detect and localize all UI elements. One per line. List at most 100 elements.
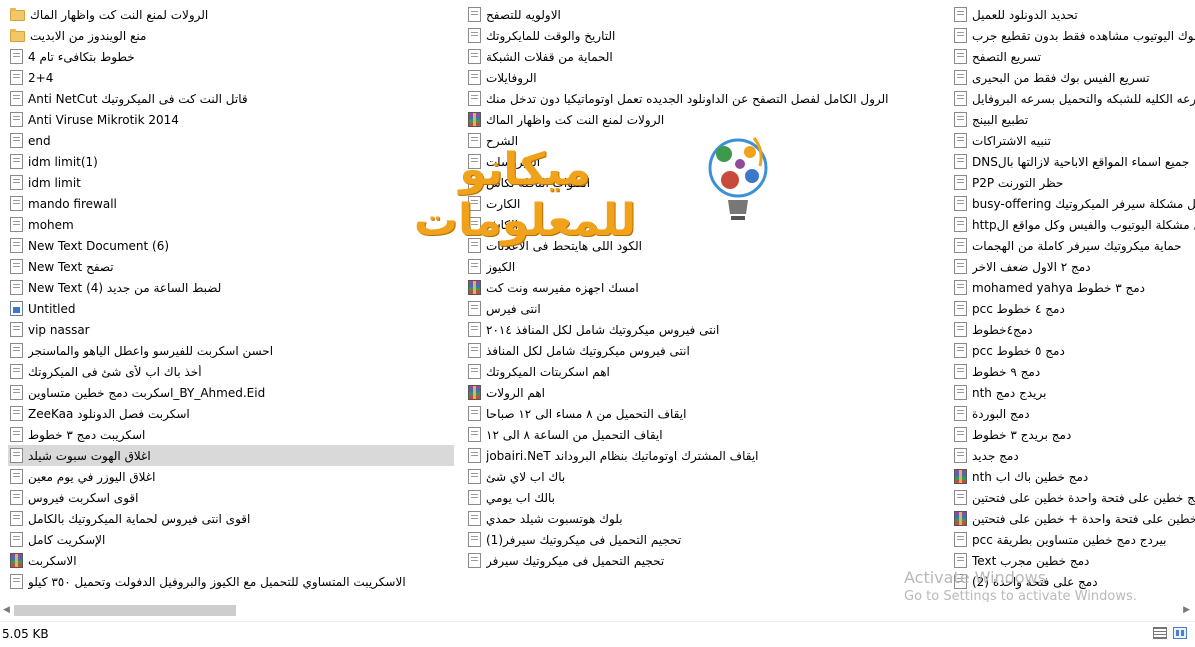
file-name: الإسكريت كامل (28, 532, 106, 547)
file-item[interactable]: idm limit(1) (8, 151, 454, 172)
file-item[interactable]: ايقاف التحميل من الساعة ٨ الى ١٢ (466, 424, 946, 445)
file-item[interactable]: الكود اللى هايتحط فى الاعلانات (466, 235, 946, 256)
text-file-icon (468, 28, 481, 43)
file-item[interactable]: ايقاف التحميل من ٨ مساء الى ١٢ صباحا (466, 403, 946, 424)
file-item[interactable]: دمج٤خطوط (952, 319, 1195, 340)
file-item[interactable]: الحماية من قفلات الشبكة (466, 46, 946, 67)
file-item[interactable]: mohem (8, 214, 454, 235)
file-item[interactable]: Anti Viruse Mikrotik 2014 (8, 109, 454, 130)
file-item[interactable]: (1)تحجيم التحميل فى ميكروتيك سيرفر (466, 529, 946, 550)
details-view-icon[interactable] (1153, 627, 1167, 639)
file-item[interactable]: حماية ميكروتيك سيرفر كاملة من الهجمات (952, 235, 1195, 256)
file-item[interactable]: انتى فيروس ميكروتيك شامل لكل المنافذ ٢٠١… (466, 319, 946, 340)
file-item[interactable]: Anti NetCut قاتل النت كت فى الميكروتيك (8, 88, 454, 109)
text-file-icon (10, 154, 23, 169)
file-item[interactable]: القنوات الناقله لكاس (466, 172, 946, 193)
file-item[interactable]: بالك اب يومي (466, 487, 946, 508)
file-item[interactable]: الرولات لمنع النت كت واظهار الماك (466, 109, 946, 130)
file-item[interactable]: 2+4 (8, 67, 454, 88)
file-item[interactable]: httpحل مشكلة اليوتيوب والفيس وكل مواقع ا… (952, 214, 1195, 235)
file-item[interactable]: الاسكربت (8, 550, 454, 571)
text-file-icon (10, 70, 23, 85)
text-file-icon (954, 70, 967, 85)
file-item[interactable]: تسريع الفيس بوك فقط من البحيرى (952, 67, 1195, 88)
file-item[interactable]: منع الويندوز من الابديت (8, 25, 454, 46)
file-item[interactable]: pcc دمج ٥ خطوط (952, 340, 1195, 361)
file-item[interactable]: اسكربت دمج خطين متساوين_BY_Ahmed.Eid (8, 382, 454, 403)
file-item[interactable]: pcc بيردج دمج خطين متساوين بطريقة (952, 529, 1195, 550)
file-item[interactable]: ZeeKaa اسكربت فصل الدونلود (8, 403, 454, 424)
file-item[interactable]: دمج جديد (952, 445, 1195, 466)
file-item[interactable]: الرول الكامل لفصل التصفح عن الداونلود ال… (466, 88, 946, 109)
file-item[interactable]: تسريع التصفح (952, 46, 1195, 67)
file-item[interactable]: P2P حظر التورنت (952, 172, 1195, 193)
file-item[interactable]: بوك اليوتيوب مشاهده فقط بدون تقطيع جرب (952, 25, 1195, 46)
text-file-icon (468, 406, 481, 421)
file-item[interactable]: أخذ باك اب لأى شئ فى الميكروتك (8, 361, 454, 382)
horizontal-scrollbar[interactable]: ◀ ▶ (0, 602, 1195, 620)
file-item[interactable]: احسن اسكربت للفيرسو واعطل الياهو والماسن… (8, 340, 454, 361)
text-file-icon (468, 427, 481, 442)
file-item[interactable]: jobairi.NeT ايقاف المشترك اوتوماتيك بنظا… (466, 445, 946, 466)
file-item[interactable]: دمج ٢ الاول ضعف الاخر (952, 256, 1195, 277)
file-name: دمج ٢ الاول ضعف الاخر (972, 259, 1091, 274)
file-item[interactable]: الكاش (466, 214, 946, 235)
file-item[interactable]: تنبيه الاشتراكات (952, 130, 1195, 151)
file-item[interactable]: mohamed yahya دمج ٣ خطوط (952, 277, 1195, 298)
file-item[interactable]: بلوك هوتسبوت شيلد حمدي (466, 508, 946, 529)
file-item[interactable]: انتى فيروس ميكروتيك شامل لكل المنافذ (466, 340, 946, 361)
file-item[interactable]: انتى فيرس (466, 298, 946, 319)
file-item[interactable]: idm limit (8, 172, 454, 193)
file-item[interactable]: الشرح (466, 130, 946, 151)
text-file-icon (954, 133, 967, 148)
file-item[interactable]: الاسكريبت المتساوي للتحميل مع الكيوز وال… (8, 571, 454, 592)
file-item[interactable]: الاولويه للتصفح (466, 4, 946, 25)
file-item[interactable]: end (8, 130, 454, 151)
file-item[interactable]: التاريخ والوقت للمايكروتك (466, 25, 946, 46)
file-item[interactable]: اهم اسكربتات الميكروتك (466, 361, 946, 382)
file-item[interactable]: New Text Document (6) (8, 235, 454, 256)
file-item[interactable]: New Text تصفح (8, 256, 454, 277)
file-item[interactable]: nth دمج خطين باك اب (952, 466, 1195, 487)
file-item[interactable]: دمج البوردة (952, 403, 1195, 424)
text-file-icon (954, 532, 967, 547)
file-item[interactable]: اسكريبت دمج ٣ خطوط (8, 424, 454, 445)
file-item[interactable]: اهم الرولات (466, 382, 946, 403)
file-item[interactable]: تطبيع البينج (952, 109, 1195, 130)
file-item[interactable]: nth بريدج دمج (952, 382, 1195, 403)
file-item[interactable]: vip nassar (8, 319, 454, 340)
file-item[interactable]: mando firewall (8, 193, 454, 214)
file-item[interactable]: اقوى اسكربت فيروس (8, 487, 454, 508)
file-item[interactable]: DNSجميع اسماء المواقع الاباحية لازالتها … (952, 151, 1195, 172)
file-item[interactable]: خطوط بتكافىء تام 4 (8, 46, 454, 67)
scroll-left-arrow-icon[interactable]: ◀ (3, 605, 10, 615)
file-item[interactable]: New Text لضبط الساعة من جديد (4) (8, 277, 454, 298)
file-item[interactable]: اغلاق الهوت سبوت شيلد (8, 445, 454, 466)
file-item[interactable]: Untitled (8, 298, 454, 319)
file-list[interactable]: الرولات لمنع النت كت واظهار الماك منع الو… (0, 0, 1195, 600)
file-item[interactable]: busy-offering حل مشكلة سيرفر الميكروتيك (952, 193, 1195, 214)
file-item[interactable]: تحديد الدونلود للعميل (952, 4, 1195, 25)
file-item[interactable]: الرولات لمنع النت كت واظهار الماك (8, 4, 454, 25)
file-item[interactable]: دمج خطين على فتحة واحدة خطين على فتحتين (952, 487, 1195, 508)
scroll-thumb[interactable] (14, 605, 236, 616)
file-item[interactable]: اقوى انتى فيروس لحماية الميكروتيك بالكام… (8, 508, 454, 529)
file-item[interactable]: باك اب لاي شئ (466, 466, 946, 487)
file-item[interactable]: الروفايلات (466, 67, 946, 88)
file-item[interactable]: امسك اجهزه مفيرسه ونت كت (466, 277, 946, 298)
file-item[interactable]: السرعه الكليه للشبكه والتحميل بسرعه البر… (952, 88, 1195, 109)
file-item[interactable]: الكيوز (466, 256, 946, 277)
file-item[interactable]: الكارت (466, 193, 946, 214)
file-item[interactable]: دمج خطين على فتحة واحدة + خطين على فتحتي… (952, 508, 1195, 529)
file-item[interactable]: دمج بريدج ٣ خطوط (952, 424, 1195, 445)
large-icons-view-icon[interactable] (1173, 627, 1187, 639)
scroll-right-arrow-icon[interactable]: ▶ (1183, 605, 1190, 615)
file-item[interactable]: الإسكريت كامل (8, 529, 454, 550)
file-name: دمج جديد (972, 448, 1019, 463)
file-item[interactable]: اغلاق اليوزر في يوم معين (8, 466, 454, 487)
file-name: New Text لضبط الساعة من جديد (4) (28, 280, 222, 295)
file-item[interactable]: pcc دمج ٤ خطوط (952, 298, 1195, 319)
file-item[interactable]: دمج ٩ خطوط (952, 361, 1195, 382)
file-item[interactable]: تحجيم التحميل فى ميكروتيك سيرفر (466, 550, 946, 571)
file-item[interactable]: الفيروسات (466, 151, 946, 172)
